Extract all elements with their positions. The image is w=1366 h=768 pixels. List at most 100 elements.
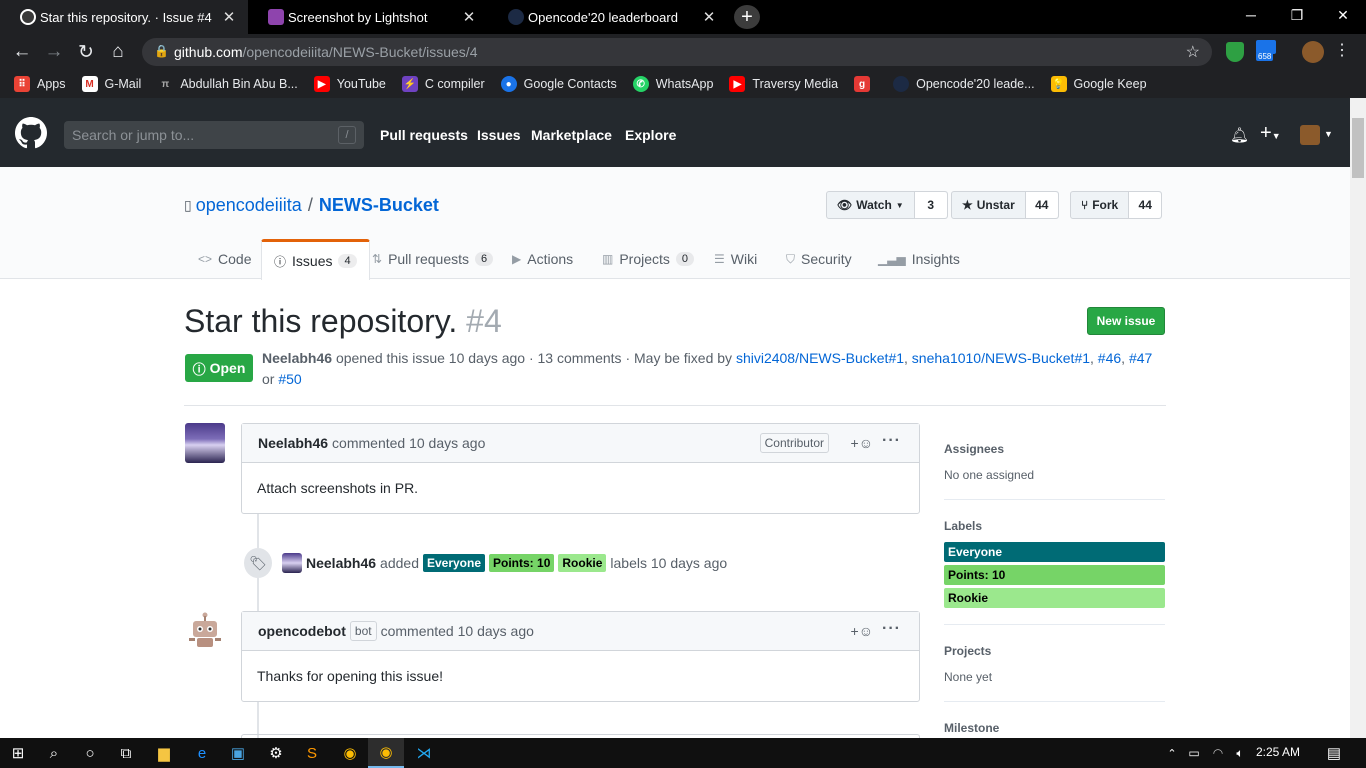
tab-security[interactable]: ⛉ Security: [774, 239, 864, 279]
bookmark-star-icon[interactable]: ☆: [1186, 42, 1200, 62]
tab-pull-requests[interactable]: ⇅ Pull requests 6: [360, 239, 505, 279]
forward-arrow-icon[interactable]: →: [40, 38, 68, 66]
sidebar-label-everyone[interactable]: Everyone: [944, 542, 1165, 562]
milestone-heading[interactable]: Milestone: [944, 721, 999, 735]
fix-link[interactable]: #50: [278, 371, 301, 387]
user-avatar[interactable]: [1300, 125, 1320, 145]
fix-link[interactable]: #47: [1129, 350, 1152, 366]
volume-icon[interactable]: 🔈︎: [1222, 738, 1258, 768]
vscode-icon[interactable]: ⋊: [406, 738, 442, 768]
edge-icon[interactable]: e: [184, 738, 220, 768]
chrome-active-icon[interactable]: ◉: [368, 738, 404, 768]
bookmark-g[interactable]: g: [854, 76, 877, 92]
minimize-button[interactable]: ─: [1228, 0, 1274, 30]
comment-timestamp[interactable]: commented 10 days ago: [381, 623, 534, 639]
create-new-plus-icon[interactable]: +▼: [1260, 122, 1281, 145]
tab-opencode[interactable]: Opencode'20 leaderboard ✕: [488, 0, 728, 34]
search-input[interactable]: Search or jump to... /: [64, 121, 364, 149]
kebab-menu-icon[interactable]: ···: [882, 432, 901, 450]
bookmark-whatsapp[interactable]: ✆ WhatsApp: [632, 76, 713, 92]
bookmark-opencode[interactable]: Opencode'20 leade...: [893, 76, 1035, 92]
tab-github-issue[interactable]: Star this repository. · Issue #4 · op ✕: [0, 0, 248, 34]
nav-pull-requests[interactable]: Pull requests: [380, 127, 468, 143]
bookmark-c-compiler[interactable]: ⚡ C compiler: [401, 76, 485, 92]
repo-name-link[interactable]: NEWS-Bucket: [319, 195, 439, 216]
watch-button[interactable]: 👁︎ Watch ▼ 3: [826, 191, 948, 219]
bookmark-google-keep[interactable]: 💡 Google Keep: [1050, 76, 1147, 92]
close-tab-icon[interactable]: ✕: [698, 6, 720, 28]
computer-icon[interactable]: ▣: [220, 738, 256, 768]
tab-lightshot[interactable]: Screenshot by Lightshot ✕: [248, 0, 488, 34]
labels-heading[interactable]: Labels: [944, 519, 982, 533]
event-actor-link[interactable]: Neelabh46: [306, 555, 376, 571]
task-view-icon[interactable]: ⧉: [108, 738, 144, 768]
issue-author-link[interactable]: Neelabh46: [262, 350, 332, 366]
bookmark-youtube[interactable]: ▶ YouTube: [313, 76, 386, 92]
nav-marketplace[interactable]: Marketplace: [531, 127, 612, 143]
comment-timestamp[interactable]: commented 10 days ago: [332, 435, 485, 451]
comment-author-link[interactable]: opencodebot: [258, 623, 346, 639]
chevron-down-icon[interactable]: ▼: [1324, 129, 1333, 139]
fix-link[interactable]: sneha1010/NEWS-Bucket#1: [912, 350, 1090, 366]
bookmark-google-contacts[interactable]: ● Google Contacts: [500, 76, 617, 92]
nav-issues[interactable]: Issues: [477, 127, 521, 143]
assignees-heading[interactable]: Assignees: [944, 442, 1004, 456]
add-reaction-icon[interactable]: +☺: [851, 623, 873, 639]
comment-author-link[interactable]: Neelabh46: [258, 435, 328, 451]
search-icon[interactable]: ⌕: [36, 738, 72, 768]
close-tab-icon[interactable]: ✕: [458, 6, 480, 28]
sidebar-label-rookie[interactable]: Rookie: [944, 588, 1165, 608]
label-everyone[interactable]: Everyone: [422, 554, 486, 572]
new-tab-button[interactable]: +: [734, 5, 760, 29]
tab-issues[interactable]: ⓘ Issues 4: [261, 239, 370, 280]
bookmark-traversy[interactable]: ▶ Traversy Media: [729, 76, 838, 92]
notifications-icon[interactable]: ▤: [1316, 738, 1352, 768]
chrome-icon[interactable]: ◉: [332, 738, 368, 768]
avatar[interactable]: [185, 423, 225, 463]
clock-time[interactable]: 2:25 AM: [1256, 745, 1300, 759]
avatar[interactable]: [282, 553, 302, 573]
watch-count[interactable]: 3: [914, 192, 947, 218]
sublime-text-icon[interactable]: S: [294, 738, 330, 768]
back-arrow-icon[interactable]: ←: [8, 38, 36, 66]
add-reaction-icon[interactable]: +☺: [851, 435, 873, 451]
fork-count[interactable]: 44: [1129, 192, 1162, 218]
repo-owner-link[interactable]: opencodeiiita: [196, 195, 302, 216]
cortana-icon[interactable]: ○: [72, 738, 108, 768]
close-tab-icon[interactable]: ✕: [218, 6, 240, 28]
sidebar-label-points-10[interactable]: Points: 10: [944, 565, 1165, 585]
restore-button[interactable]: ❐: [1274, 0, 1320, 30]
notification-bell-icon[interactable]: 🔔︎: [1230, 126, 1249, 144]
tab-projects[interactable]: ▥ Projects 0: [590, 239, 706, 279]
close-window-button[interactable]: ✕: [1320, 0, 1366, 30]
projects-heading[interactable]: Projects: [944, 644, 991, 658]
file-explorer-icon[interactable]: ▆: [146, 738, 182, 768]
page-scrollbar[interactable]: [1350, 98, 1366, 738]
bookmark-abdullah[interactable]: π Abdullah Bin Abu B...: [157, 76, 297, 92]
shield-extension-icon[interactable]: [1226, 42, 1244, 62]
nav-explore[interactable]: Explore: [625, 127, 676, 143]
unstar-button[interactable]: ★ Unstar 44: [951, 191, 1059, 219]
github-logo-icon[interactable]: [15, 117, 47, 149]
reload-icon[interactable]: ↻: [72, 38, 100, 66]
bookmark-apps[interactable]: ⠿ Apps: [14, 76, 66, 92]
extension-badge-icon[interactable]: 658: [1256, 40, 1278, 64]
scrollbar-thumb[interactable]: [1352, 118, 1364, 178]
fork-button[interactable]: ⑂ Fork 44: [1070, 191, 1163, 219]
windows-start-icon[interactable]: ⊞: [0, 738, 36, 768]
fix-link[interactable]: #46: [1098, 350, 1121, 366]
tab-insights[interactable]: ▁▃▅ Insights: [866, 239, 972, 279]
chrome-menu-icon[interactable]: ⋮: [1334, 40, 1350, 60]
new-issue-button[interactable]: New issue: [1087, 307, 1165, 335]
bookmark-gmail[interactable]: M G-Mail: [81, 76, 141, 92]
kebab-menu-icon[interactable]: ···: [882, 620, 901, 638]
profile-avatar[interactable]: [1302, 41, 1324, 63]
label-points-10[interactable]: Points: 10: [489, 554, 555, 572]
fix-link[interactable]: shivi2408/NEWS-Bucket#1: [736, 350, 904, 366]
star-count[interactable]: 44: [1025, 192, 1058, 218]
settings-gear-icon[interactable]: ⚙: [258, 738, 294, 768]
tab-actions[interactable]: ▶ Actions: [500, 239, 585, 279]
home-icon[interactable]: ⌂: [104, 38, 132, 66]
bot-avatar[interactable]: [185, 611, 225, 651]
label-rookie[interactable]: Rookie: [558, 554, 607, 572]
